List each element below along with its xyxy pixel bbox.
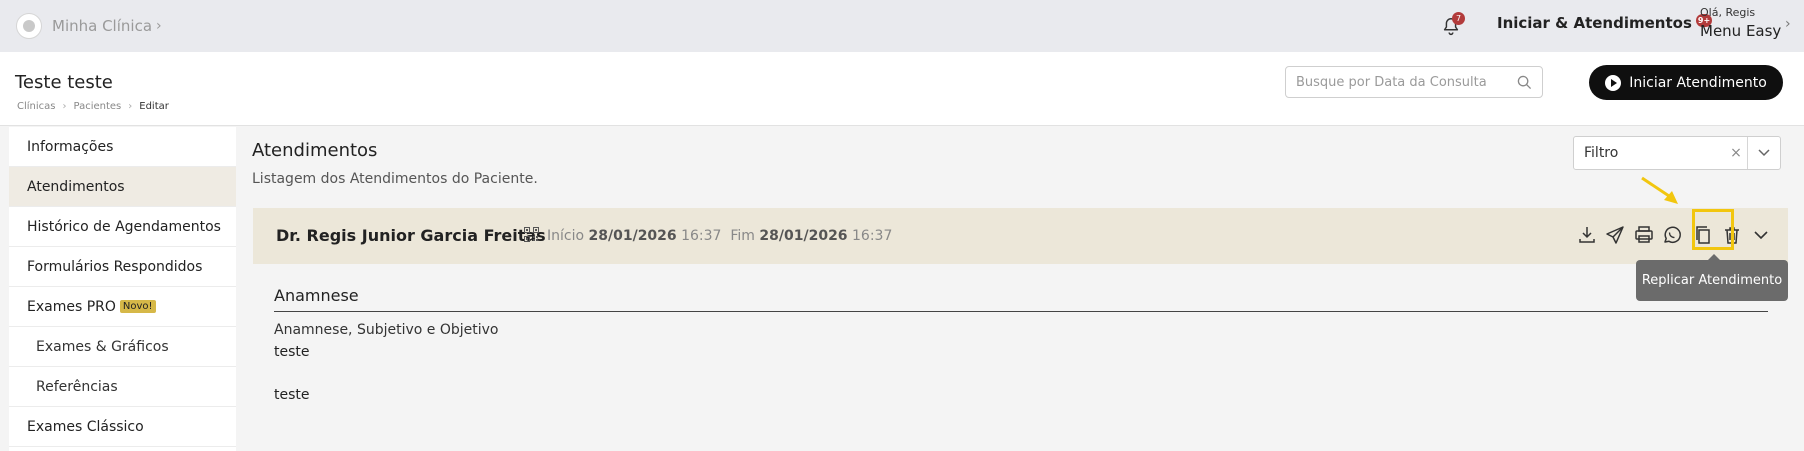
search-input[interactable] bbox=[1286, 67, 1506, 97]
attendance-body: Anamnese Anamnese, Subjetivo e Objetivo … bbox=[253, 264, 1788, 440]
brand-name: Minha Clínica bbox=[52, 17, 153, 35]
field-value: teste bbox=[274, 344, 310, 360]
start-time: 16:37 bbox=[681, 228, 722, 244]
user-menu-label: Menu Easy bbox=[1700, 22, 1782, 40]
brand-logo bbox=[16, 13, 42, 39]
filter-select[interactable]: Filtro × bbox=[1573, 136, 1781, 170]
section-title: Atendimentos bbox=[252, 140, 378, 161]
whatsapp-icon[interactable] bbox=[1660, 223, 1684, 247]
tooltip-text: Replicar Atendimento bbox=[1641, 273, 1783, 288]
chevron-down-icon[interactable] bbox=[1749, 223, 1773, 247]
sidebar-item-informacoes[interactable]: Informações bbox=[9, 127, 236, 167]
filter-label: Filtro bbox=[1584, 145, 1619, 161]
anamnese-title: Anamnese bbox=[274, 286, 359, 305]
user-greeting: Olá, Regis bbox=[1700, 6, 1756, 19]
divider bbox=[274, 311, 1768, 312]
breadcrumb-item[interactable]: Clínicas bbox=[17, 101, 56, 112]
attendance-header[interactable]: Dr. Regis Junior Garcia Freitas Início 2… bbox=[253, 208, 1788, 264]
brand[interactable]: Minha Clínica › bbox=[16, 13, 162, 39]
chevron-down-icon[interactable] bbox=[1748, 146, 1780, 160]
clear-icon[interactable]: × bbox=[1725, 145, 1747, 161]
search-icon[interactable] bbox=[1517, 75, 1532, 90]
sidebar-item-label: Exames Clássico bbox=[27, 418, 144, 435]
start-date: 28/01/2026 bbox=[588, 228, 677, 244]
arrow-indicator bbox=[1641, 176, 1678, 204]
attendance-times: Início 28/01/2026 16:37 Fim 28/01/2026 1… bbox=[547, 228, 892, 244]
section-subtitle: Listagem dos Atendimentos do Paciente. bbox=[252, 171, 538, 187]
sidebar-item-label: Referências bbox=[36, 378, 118, 395]
send-icon[interactable] bbox=[1603, 223, 1627, 247]
page-title: Teste teste bbox=[15, 72, 113, 93]
start-attendances-link[interactable]: Iniciar & Atendimentos 9+ bbox=[1497, 14, 1713, 32]
sidebar-item-exames-graficos[interactable]: Exames & Gráficos bbox=[9, 327, 236, 367]
start-attendance-label: Iniciar Atendimento bbox=[1629, 74, 1767, 91]
sidebar-item-referencias[interactable]: Referências bbox=[9, 367, 236, 407]
breadcrumb-separator: › bbox=[128, 101, 133, 112]
sidebar-item-exames-pro[interactable]: Exames PRO Novo! bbox=[9, 287, 236, 327]
sidebar-item-label: Formulários Respondidos bbox=[27, 258, 203, 275]
page-header: Teste teste Clínicas › Pacientes › Editar In… bbox=[0, 52, 1804, 126]
start-attendance-button[interactable]: Iniciar Atendimento bbox=[1589, 65, 1783, 100]
start-attendances-label: Iniciar & Atendimentos bbox=[1497, 14, 1692, 32]
start-label: Início bbox=[547, 228, 585, 244]
end-date: 28/01/2026 bbox=[759, 228, 848, 244]
top-bar: Minha Clínica › 7 Iniciar & Atendimentos… bbox=[0, 0, 1804, 52]
sidebar-item-label: Informações bbox=[27, 138, 114, 155]
new-badge: Novo! bbox=[119, 300, 156, 313]
sidebar-item-label: Exames & Gráficos bbox=[36, 338, 169, 355]
sidebar-item-formularios[interactable]: Formulários Respondidos bbox=[9, 247, 236, 287]
play-icon bbox=[1605, 74, 1622, 91]
end-time: 16:37 bbox=[852, 228, 893, 244]
sidebar-item-atendimentos[interactable]: Atendimentos bbox=[9, 167, 236, 207]
field-label: Anamnese, Subjetivo e Objetivo bbox=[274, 322, 499, 338]
field-value: teste bbox=[274, 387, 310, 403]
download-icon[interactable] bbox=[1575, 223, 1599, 247]
notifications-badge: 7 bbox=[1452, 12, 1465, 25]
sidebar-item-label: Atendimentos bbox=[27, 178, 125, 195]
qr-code-icon[interactable] bbox=[524, 227, 539, 242]
sidebar-item-historico-agendamentos[interactable]: Histórico de Agendamentos bbox=[9, 207, 236, 247]
sidebar-item-exames-classico[interactable]: Exames Clássico bbox=[9, 407, 236, 447]
sidebar: Informações Atendimentos Histórico de Ag… bbox=[9, 127, 236, 451]
doctor-name: Dr. Regis Junior Garcia Freitas bbox=[276, 226, 546, 245]
print-icon[interactable] bbox=[1632, 223, 1656, 247]
breadcrumb-current: Editar bbox=[139, 101, 169, 112]
breadcrumb-separator: › bbox=[62, 101, 67, 112]
sidebar-item-label: Exames PRO bbox=[27, 298, 116, 315]
breadcrumb-item[interactable]: Pacientes bbox=[74, 101, 122, 112]
highlight-box bbox=[1692, 209, 1734, 250]
chevron-right-icon[interactable]: › bbox=[1785, 16, 1791, 32]
user-menu[interactable]: Olá, Regis Menu Easy bbox=[1700, 6, 1781, 40]
notifications-button[interactable]: 7 bbox=[1438, 12, 1465, 38]
sidebar-item-label: Histórico de Agendamentos bbox=[27, 218, 221, 235]
tooltip: Replicar Atendimento bbox=[1636, 254, 1788, 301]
chevron-right-icon: › bbox=[156, 18, 162, 34]
breadcrumb: Clínicas › Pacientes › Editar bbox=[17, 101, 169, 112]
search-box bbox=[1285, 66, 1543, 98]
end-label: Fim bbox=[730, 228, 755, 244]
